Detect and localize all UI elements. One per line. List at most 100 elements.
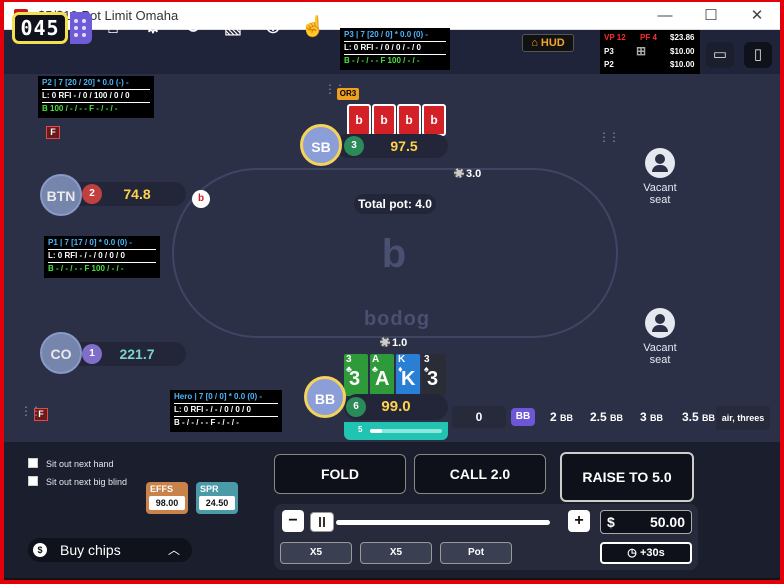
preset-value: 3.5 bbox=[682, 410, 699, 424]
tag-icon: ⌂ bbox=[531, 37, 541, 49]
vacant-label: Vacant bbox=[643, 182, 677, 194]
vacant-label: seat bbox=[649, 354, 671, 366]
preset-unit: BB bbox=[650, 413, 664, 423]
gear-icon[interactable]: ⚙ bbox=[140, 14, 166, 40]
home-icon[interactable]: ⌂ bbox=[100, 14, 126, 40]
hud-p1-row2: L: 0 RFI - / - / 0 / 0 / 0 bbox=[48, 251, 156, 263]
hand-note-label[interactable]: air, threes bbox=[716, 406, 770, 430]
bb-bet: 1.0 bbox=[380, 337, 407, 349]
sb-bet: 3.0 bbox=[454, 168, 481, 180]
preset-unit: BB bbox=[610, 413, 624, 423]
chip-icon bbox=[454, 168, 464, 178]
total-pot: Total pot: 4.0 bbox=[354, 194, 436, 214]
card-rank-big: 3 bbox=[427, 368, 439, 390]
tip-hand-icon[interactable]: ☝ bbox=[300, 14, 326, 40]
pot-value: 4.0 bbox=[415, 197, 432, 211]
drag-handle-icon[interactable]: ⋮⋮ bbox=[20, 405, 42, 420]
decrease-bet-button[interactable]: − bbox=[282, 510, 304, 532]
hud-p3-row2: L: 0 RFI - / 0 / 0 / - / 0 bbox=[344, 43, 446, 55]
hud-hero-row3: B - / - / - - F - / - / - bbox=[174, 418, 239, 427]
hud-hero-row2: L: 0 RFI - / - / 0 / 0 / 0 bbox=[174, 405, 278, 417]
action-timer: 5 bbox=[344, 422, 448, 440]
pf-stat: PF 4 bbox=[640, 33, 657, 42]
x5-button[interactable]: X5 bbox=[280, 542, 352, 564]
table-grid-button[interactable] bbox=[70, 12, 92, 44]
btn-avatar[interactable]: BTN bbox=[40, 174, 82, 216]
bet-amount-display[interactable]: 0 bbox=[452, 406, 506, 428]
chevron-up-icon: ︿ bbox=[167, 543, 180, 557]
fold-tag-p2: F bbox=[46, 126, 60, 139]
preset-2bb[interactable]: 2 BB bbox=[550, 406, 573, 428]
drag-handle-icon[interactable]: ⋮⋮ bbox=[324, 83, 346, 98]
hud-p2-row1: P2 | 7 [20 / 20] * 0.0 (-) - bbox=[42, 78, 150, 90]
effs-label: EFFS bbox=[150, 484, 174, 494]
spr-label: SPR bbox=[200, 484, 219, 494]
vp-p3-value: $10.00 bbox=[670, 47, 695, 56]
raise-button[interactable]: RAISE TO 5.0 bbox=[560, 452, 694, 502]
hud-p1[interactable]: P1 | 7 [17 / 0] * 0.0 (0) - L: 0 RFI - /… bbox=[44, 236, 160, 278]
time-bank-button[interactable]: ◷ +30s bbox=[600, 542, 692, 564]
preset-value: 2 bbox=[550, 410, 557, 424]
preset-2-5bb[interactable]: 2.5 BB bbox=[590, 406, 623, 428]
bet-amount-value: 50.00 bbox=[649, 514, 685, 530]
preset-value: 2.5 bbox=[590, 410, 607, 424]
x5-button-2[interactable]: X5 bbox=[360, 542, 432, 564]
vp-p3-label: P3 bbox=[604, 47, 614, 56]
sit-out-next-hand-checkbox[interactable]: Sit out next hand bbox=[28, 458, 228, 472]
effs-value: 98.00 bbox=[149, 496, 185, 510]
vp-hud-panel[interactable]: VP 12 PF 4 $23.86 P3 ⊞ $10.00 P2 $10.00 bbox=[600, 30, 700, 74]
hud-p3-row1: P3 | 7 [20 / 0] * 0.0 (0) - bbox=[344, 30, 446, 42]
sb-avatar[interactable]: SB bbox=[300, 124, 342, 166]
close-button[interactable]: ✕ bbox=[742, 6, 772, 26]
hud-hero[interactable]: Hero | 7 [0 / 0] * 0.0 (0) - L: 0 RFI - … bbox=[170, 390, 282, 432]
hero-card-2: A ♣ A bbox=[370, 354, 394, 396]
increase-bet-button[interactable]: + bbox=[568, 510, 590, 532]
pot-button[interactable]: Pot bbox=[440, 542, 512, 564]
co-avatar[interactable]: CO bbox=[40, 332, 82, 374]
vp-p2-value: $10.00 bbox=[670, 60, 695, 69]
bodog-logo-icon: b bbox=[381, 232, 407, 276]
hud-p3[interactable]: P3 | 7 [20 / 0] * 0.0 (0) - L: 0 RFI - /… bbox=[340, 28, 450, 70]
maximize-button[interactable]: ☐ bbox=[696, 6, 726, 26]
drag-handle-icon[interactable]: ⋮⋮ bbox=[598, 131, 620, 146]
preset-3-5bb[interactable]: 3.5 BB bbox=[682, 406, 715, 428]
spr-value: 24.50 bbox=[199, 496, 235, 510]
preset-value: 3 bbox=[640, 410, 647, 424]
vacant-seat-right-upper[interactable]: Vacant seat bbox=[630, 148, 690, 206]
clock-icon: ◷ bbox=[627, 547, 640, 559]
bodog-wordmark: bodog bbox=[363, 308, 431, 330]
preset-unit: BB bbox=[560, 413, 574, 423]
timer-fill bbox=[370, 429, 382, 433]
vacant-seat-right-lower[interactable]: Vacant seat bbox=[630, 308, 690, 366]
cards-icon[interactable]: ▧ bbox=[220, 14, 246, 40]
call-button[interactable]: CALL 2.0 bbox=[414, 454, 546, 494]
bb-unit-toggle[interactable]: BB bbox=[511, 408, 535, 426]
buy-chips-button[interactable]: $ Buy chips ︿ bbox=[28, 538, 192, 562]
chip-icon bbox=[380, 337, 390, 347]
preset-unit: BB bbox=[702, 413, 716, 423]
user-icon bbox=[645, 308, 675, 338]
preset-3bb[interactable]: 3 BB bbox=[640, 406, 663, 428]
bet-slider-track[interactable] bbox=[336, 520, 550, 525]
pot-label: Total pot: bbox=[358, 197, 412, 211]
bet-amount-input[interactable]: $ 50.00 bbox=[600, 510, 692, 534]
layout-icon[interactable]: ▭ bbox=[706, 42, 734, 68]
hero-avatar[interactable]: BB bbox=[304, 376, 346, 418]
fold-button[interactable]: FOLD bbox=[274, 454, 406, 494]
hero-card-1: 3 ♣ 3 bbox=[344, 354, 368, 396]
history-icon[interactable]: ↻ bbox=[180, 14, 206, 40]
poker-window: $5/$10 Pot Limit Omaha — ☐ ✕ 045 ⌂ ⚙ ↻ ▧… bbox=[0, 0, 784, 584]
hud-p2[interactable]: P2 | 7 [20 / 20] * 0.0 (-) - L: 0 RFI - … bbox=[38, 76, 154, 118]
hero-seat-number: 6 bbox=[346, 397, 366, 417]
vp-p2-label: P2 bbox=[604, 60, 614, 69]
add-chips-icon[interactable]: ⊕ bbox=[260, 14, 286, 40]
sb-bet-value: 3.0 bbox=[466, 168, 482, 180]
bet-slider-thumb[interactable] bbox=[310, 512, 334, 532]
minimize-button[interactable]: — bbox=[650, 6, 680, 26]
vacant-label: seat bbox=[649, 194, 671, 206]
currency-symbol: $ bbox=[607, 514, 615, 530]
spr-stat: SPR 24.50 bbox=[196, 482, 238, 514]
hud-toggle-button[interactable]: ⌂ HUD bbox=[522, 34, 574, 52]
sidebar-toggle-icon[interactable]: ▯ bbox=[744, 42, 772, 68]
card-rank-big: A bbox=[375, 368, 390, 390]
